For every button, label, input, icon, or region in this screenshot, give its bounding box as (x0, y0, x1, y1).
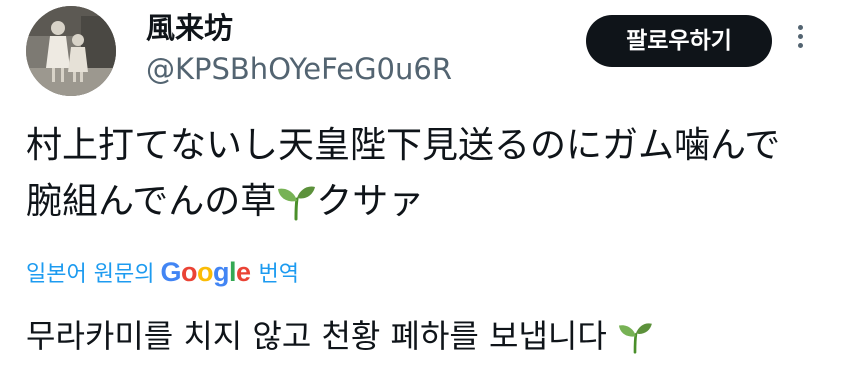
tweet-text-line-1: 村上打てないし天皇陛下見送るのにガム噛んで (26, 125, 781, 166)
translation-suffix: 번역 (258, 262, 299, 287)
display-name[interactable]: 風来坊 (146, 10, 233, 46)
tweet-card: 風来坊 @KPSBhOYeFeG0u6R 팔로우하기 村上打てないし天皇陛下見送… (0, 0, 850, 390)
avatar[interactable] (26, 6, 116, 96)
translated-text: 무라카미를 치지 않고 천황 폐하를 보냅니다 (26, 312, 653, 360)
translation-prefix: 일본어 원문의 (26, 262, 155, 287)
tweet-text-line-2-end: クサァ (316, 181, 425, 222)
avatar-photo (26, 6, 116, 96)
translation-attribution[interactable]: 일본어 원문의 Google 번역 (26, 256, 299, 291)
tweet-text-line-2-start: 腕組んでんの草 (26, 181, 277, 222)
translated-text-body: 무라카미를 치지 않고 천황 폐하를 보냅니다 (26, 317, 607, 355)
tweet-text: 村上打てないし天皇陛下見送るのにガム噛んで 腕組んでんの草 クサァ (26, 118, 826, 230)
seedling-icon (618, 323, 652, 354)
tweet-text-line-2: 腕組んでんの草 クサァ (26, 174, 826, 230)
user-handle[interactable]: @KPSBhOYeFeG0u6R (146, 52, 452, 86)
follow-button[interactable]: 팔로우하기 (586, 15, 772, 67)
google-logo: Google (160, 257, 251, 287)
seedling-icon (278, 186, 316, 221)
more-vertical-icon[interactable] (794, 22, 806, 62)
